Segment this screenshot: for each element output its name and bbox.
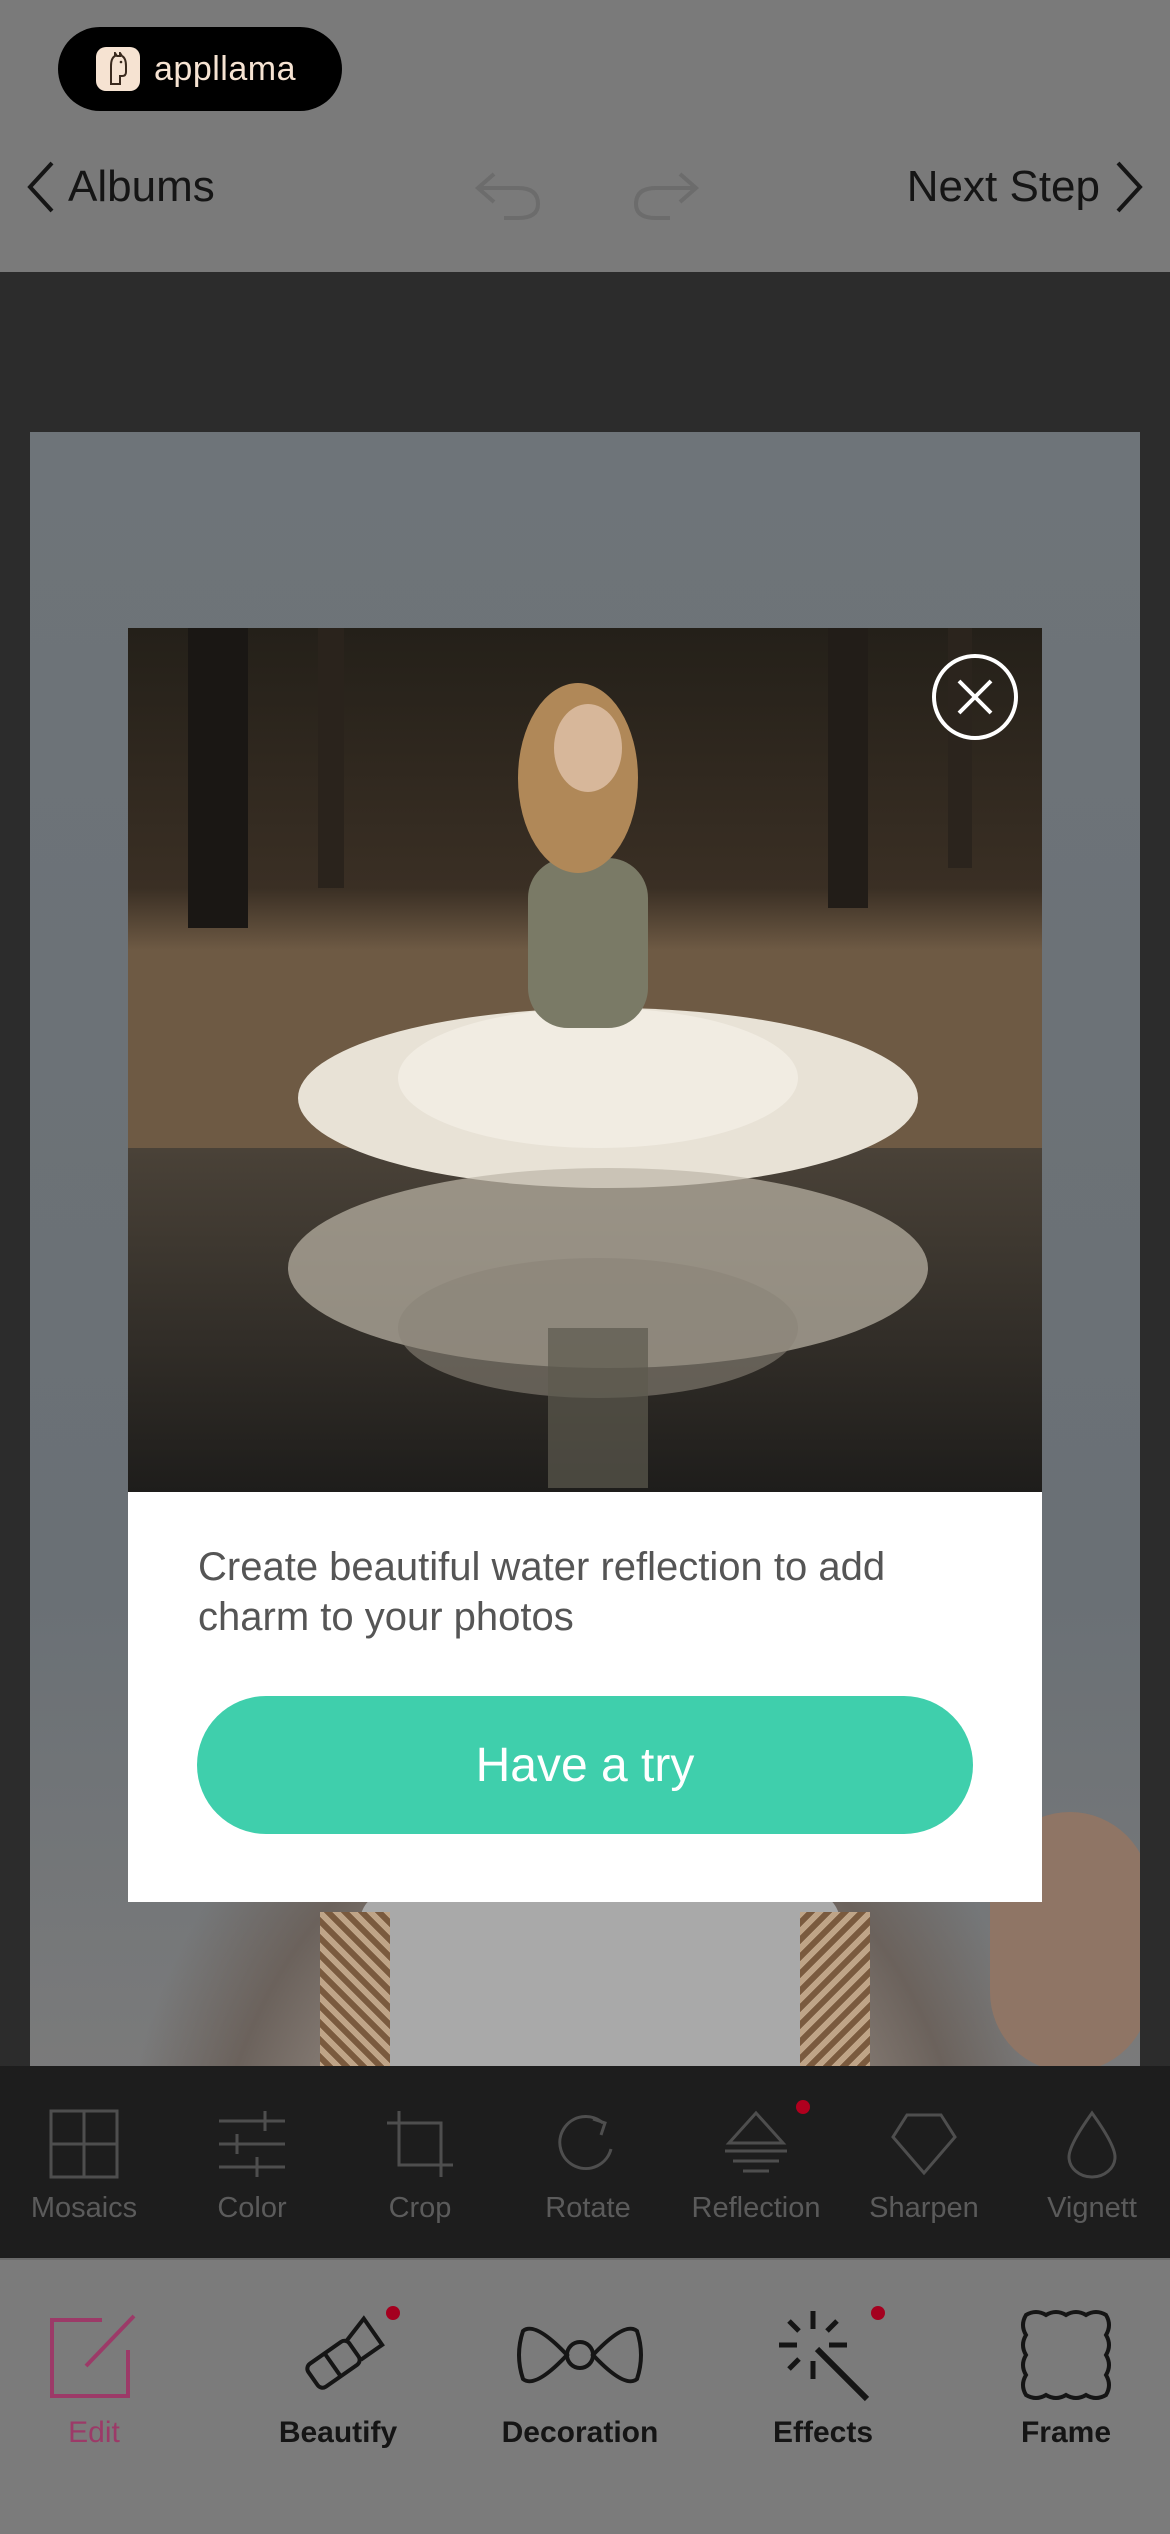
tab-edit[interactable]: Edit bbox=[0, 2300, 194, 2450]
tab-label: Decoration bbox=[501, 2416, 659, 2449]
tab-label: Frame bbox=[1020, 2416, 1112, 2449]
notification-dot bbox=[796, 2100, 810, 2114]
notification-dot bbox=[871, 2306, 885, 2320]
vignette-drop-icon bbox=[1067, 2110, 1117, 2179]
rotate-icon bbox=[558, 2115, 613, 2171]
tab-label: Effects bbox=[772, 2416, 874, 2449]
tool-rotate[interactable]: Rotate bbox=[504, 2066, 672, 2258]
chevron-right-icon bbox=[1116, 161, 1143, 213]
notification-dot bbox=[386, 2306, 400, 2320]
promo-description: Create beautiful water reflection to add… bbox=[198, 1545, 886, 1639]
have-a-try-button[interactable]: Have a try bbox=[197, 1696, 973, 1834]
mosaic-grid-icon bbox=[49, 2109, 119, 2179]
llama-logo-icon bbox=[96, 47, 140, 91]
tool-label: Reflection bbox=[691, 2192, 821, 2224]
tab-decoration[interactable]: Decoration bbox=[480, 2300, 680, 2450]
lipstick-icon bbox=[305, 2315, 385, 2390]
tool-color[interactable]: Color bbox=[168, 2066, 336, 2258]
tool-vignette[interactable]: Vignett bbox=[1008, 2066, 1170, 2258]
tool-label: Vignett bbox=[1047, 2192, 1137, 2224]
reflection-icon bbox=[725, 2110, 787, 2173]
tool-mosaics[interactable]: Mosaics bbox=[0, 2066, 168, 2258]
close-dialog-button[interactable] bbox=[932, 654, 1018, 740]
tool-label: Color bbox=[217, 2192, 287, 2224]
undo-icon[interactable] bbox=[474, 168, 542, 220]
brand-name: appllama bbox=[154, 49, 296, 88]
reflection-preview-image bbox=[128, 628, 1042, 1492]
tool-label: Crop bbox=[388, 2192, 452, 2224]
chevron-left-icon bbox=[27, 161, 54, 213]
tool-label: Rotate bbox=[545, 2192, 631, 2224]
edit-icon bbox=[50, 2314, 136, 2398]
tab-label: Beautify bbox=[278, 2416, 398, 2449]
bow-icon bbox=[517, 2326, 643, 2384]
sliders-icon bbox=[219, 2111, 285, 2177]
tab-effects[interactable]: Effects bbox=[723, 2300, 923, 2450]
back-label: Albums bbox=[68, 162, 215, 211]
preview-illustration bbox=[128, 628, 1042, 1492]
sharpen-icon bbox=[891, 2113, 957, 2176]
tab-beautify[interactable]: Beautify bbox=[238, 2300, 438, 2450]
tool-reflection[interactable]: Reflection bbox=[672, 2066, 840, 2258]
tab-frame[interactable]: Frame bbox=[966, 2300, 1166, 2450]
back-to-albums-button[interactable]: Albums bbox=[26, 160, 215, 214]
close-icon bbox=[957, 679, 993, 715]
next-step-label: Next Step bbox=[906, 162, 1100, 211]
tool-label: Sharpen bbox=[869, 2192, 979, 2224]
app-badge: appllama bbox=[58, 27, 342, 111]
next-step-button[interactable]: Next Step bbox=[907, 160, 1144, 214]
tool-label: Mosaics bbox=[30, 2192, 138, 2224]
photo-strap-left bbox=[320, 1912, 390, 2092]
edit-tools-row[interactable]: Mosaics Color Crop Rotate Reflection Sha… bbox=[0, 2066, 1170, 2258]
crop-icon bbox=[387, 2111, 453, 2177]
stamp-frame-icon bbox=[1021, 2310, 1111, 2400]
tool-crop[interactable]: Crop bbox=[336, 2066, 504, 2258]
magic-wand-icon bbox=[779, 2311, 870, 2402]
photo-strap-right bbox=[800, 1912, 870, 2092]
bottom-tab-bar: Edit Beautify Decoration Effects Frame bbox=[0, 2258, 1170, 2534]
tool-sharpen[interactable]: Sharpen bbox=[840, 2066, 1008, 2258]
feature-promo-dialog: Create beautiful water reflection to add… bbox=[128, 628, 1042, 1902]
top-navigation-bar: appllama Albums Next Step bbox=[0, 0, 1170, 274]
redo-icon[interactable] bbox=[632, 168, 700, 220]
photo-shirt bbox=[360, 1892, 840, 2092]
tab-label: Edit bbox=[68, 2416, 120, 2449]
